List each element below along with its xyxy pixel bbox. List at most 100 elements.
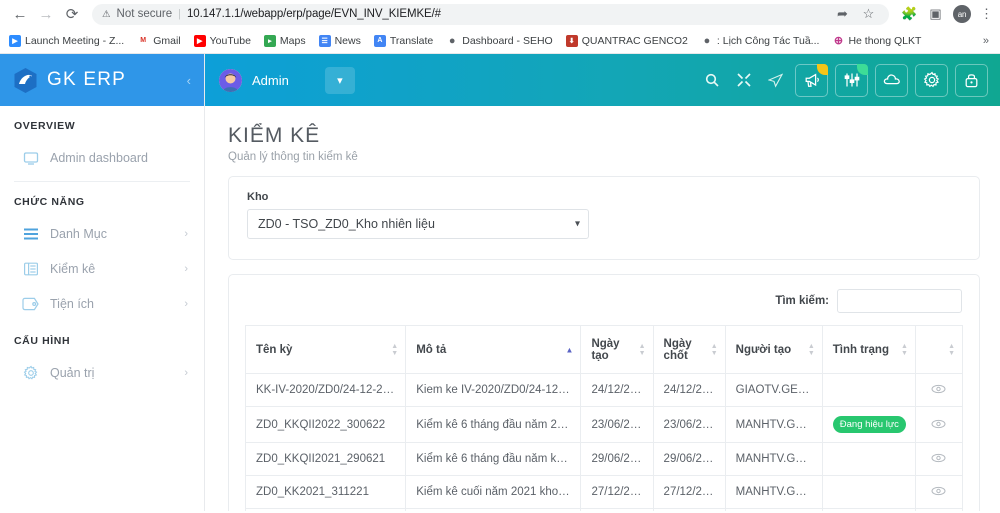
reload-button[interactable]: ⟳ [60,2,84,26]
cell-actions [915,509,962,512]
search-icon[interactable] [699,68,724,93]
sidebar-item-label: Tiện ích [50,297,94,311]
url-text: 10.147.1.1/webapp/erp/page/EVN_INV_KIEMK… [187,8,441,20]
brand-header: GK ERP ‹ [0,54,204,106]
bookmark-item[interactable]: ⊕He thong QLKT [832,35,921,47]
bookmark-item[interactable]: ▶Launch Meeting - Z... [9,35,124,47]
table-row[interactable]: KK II-2018/ZD0/04-12-2018Kiểm kê II-2018… [246,509,963,512]
gear-icon[interactable] [915,64,948,97]
news-icon: ☰ [319,35,331,47]
table-header-ngày-chốt[interactable]: Ngày chốt▲▼ [653,326,725,374]
kho-select[interactable]: ZD0 - TSO_ZD0_Kho nhiên liệu ▾ [247,209,589,239]
megaphone-icon[interactable] [795,64,828,97]
bookmarks-overflow-icon[interactable]: » [983,35,991,47]
cell-ngay-tao: 04/12/2018 [581,509,653,512]
cell-actions [915,407,962,443]
cell-tinh-trang [822,509,915,512]
search-row: Tìm kiếm: [245,289,963,313]
cell-tinh-trang [822,374,915,407]
globe-icon: ● [446,35,458,47]
eye-icon[interactable] [931,452,946,466]
bookmark-item[interactable]: ☰News [319,35,361,47]
cell-ten-ky: ZD0_KKQII2022_300622 [246,407,406,443]
bookmark-label: Launch Meeting - Z... [25,35,124,47]
share-icon[interactable]: ➦ [834,6,851,23]
bookmark-star-icon[interactable]: ☆ [860,6,877,23]
lock-icon[interactable] [955,64,988,97]
bookmark-item[interactable]: MGmail [137,35,180,47]
bookmark-item[interactable]: ●Dashboard - SEHO [446,35,552,47]
sidebar-toggle-icon[interactable]: ▣ [927,6,944,23]
kiem-ke-table: Tên kỳ▲▼Mô tả▲Ngày tạo▲▼Ngày chốt▲▼Người… [245,325,963,511]
send-icon[interactable] [763,68,788,93]
sidebar-item-admin-dashboard[interactable]: Admin dashboard [0,140,204,175]
eye-icon[interactable] [931,383,946,397]
bookmark-item[interactable]: ●: Lịch Công Tác Tuầ... [701,35,820,47]
address-bar[interactable]: ⚠ Not secure | 10.147.1.1/webapp/erp/pag… [92,4,889,25]
bookmark-item[interactable]: ATranslate [374,35,433,47]
sliders-icon[interactable] [835,64,868,97]
table-header-row: Tên kỳ▲▼Mô tả▲Ngày tạo▲▼Ngày chốt▲▼Người… [246,326,963,374]
hexagon-logo-icon [13,67,38,94]
table-header-actions[interactable]: ▲▼ [915,326,962,374]
cell-ngay-chot: 24/12/2020 [653,374,725,407]
sidebar-item-danh-mục[interactable]: Danh Mục › [0,216,204,251]
forward-button[interactable]: → [34,2,58,26]
sidebar-item-kiểm-kê[interactable]: Kiểm kê› [0,251,204,286]
table-header-tình-trạng[interactable]: Tình trạng▲▼ [822,326,915,374]
chevron-right-icon: › [184,263,188,275]
cell-nguoi-tao: GIAOTV.GE2.TSO [725,374,822,407]
cell-nguoi-tao: MANHTV.GE2.TSO [725,476,822,509]
cell-actions [915,476,962,509]
table-header-label: Ngày tạo [591,338,619,362]
user-menu-dropdown[interactable]: ▾ [325,67,355,94]
bookmark-label: He thong QLKT [848,35,921,47]
cell-ngay-tao: 27/12/2021 [581,476,653,509]
eye-icon[interactable] [931,485,946,499]
table-row[interactable]: ZD0_KKQII2021_290621Kiểm kê 6 tháng đầu … [246,443,963,476]
search-label: Tìm kiếm: [775,295,829,307]
table-row[interactable]: ZD0_KK2021_311221Kiểm kê cuối năm 2021 k… [246,476,963,509]
chevron-right-icon: › [184,228,188,240]
bookmark-item[interactable]: ▶YouTube [194,35,251,47]
kho-select-value[interactable]: ZD0 - TSO_ZD0_Kho nhiên liệu [247,209,589,239]
omnibox-divider: | [178,8,181,20]
table-header-ngày-tạo[interactable]: Ngày tạo ▲▼ [581,326,653,374]
sidebar-item-quản-trị[interactable]: Quản trị› [0,355,204,390]
bookmark-item[interactable]: ▸Maps [264,35,306,47]
table-header-người-tạo[interactable]: Người tạo▲▼ [725,326,822,374]
filter-card: Kho ZD0 - TSO_ZD0_Kho nhiên liệu ▾ [228,176,980,260]
cell-mo-ta: Kiem ke IV-2020/ZD0/24-12-2020 [406,374,581,407]
sidebar-item-label: Admin dashboard [50,151,148,165]
bookmark-label: : Lịch Công Tác Tuầ... [717,35,820,47]
kho-label: Kho [247,191,961,203]
table-row[interactable]: KK-IV-2020/ZD0/24-12-2020Kiem ke IV-2020… [246,374,963,407]
bookmark-item[interactable]: ⬇QUANTRAC GENCO2 [566,35,688,47]
table-row[interactable]: ZD0_KKQII2022_300622Kiểm kê 6 tháng đầu … [246,407,963,443]
cell-tinh-trang [822,443,915,476]
page-subtitle: Quản lý thông tin kiểm kê [228,151,980,163]
cell-ngay-chot: 04/12/2018 [653,509,725,512]
search-input[interactable] [837,289,962,313]
back-button[interactable]: ← [8,2,32,26]
bookmark-label: Gmail [153,35,180,47]
profile-avatar[interactable]: an [953,5,971,23]
chrome-menu-icon[interactable]: ⋮ [980,6,992,22]
maps-icon: ▸ [264,35,276,47]
eye-icon[interactable] [931,418,946,432]
chevron-right-icon: › [184,298,188,310]
page-content: KIỂM KÊ Quản lý thông tin kiểm kê Kho ZD… [205,106,1000,511]
cell-ten-ky: KK II-2018/ZD0/04-12-2018 [246,509,406,512]
sidebar-item-tiện-ích[interactable]: Tiện ích › [0,286,204,321]
sort-icon: ▲▼ [711,343,718,357]
expand-icon[interactable] [731,68,756,93]
sidebar-section-title: OVERVIEW [0,106,204,140]
sort-icon: ▲▼ [639,343,646,357]
extensions-icon[interactable]: 🧩 [901,6,918,23]
sidebar-collapse-button[interactable]: ‹ [187,73,191,88]
translate-icon: A [374,35,386,47]
table-header-mô-tả[interactable]: Mô tả▲ [406,326,581,374]
table-header-tên-kỳ[interactable]: Tên kỳ▲▼ [246,326,406,374]
cloud-icon[interactable] [875,64,908,97]
sidebar-item-label: Danh Mục [50,227,107,241]
